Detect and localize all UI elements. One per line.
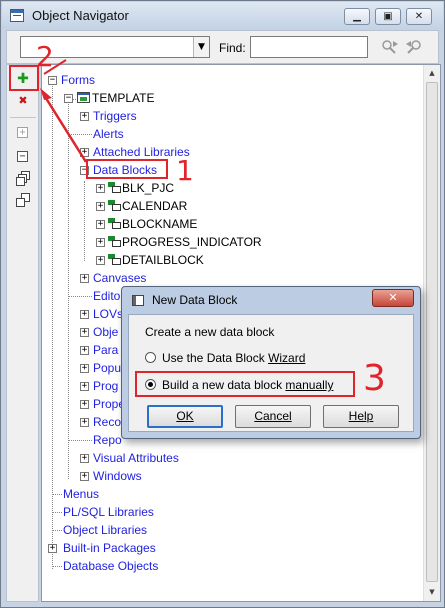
annotation-arrow (40, 59, 88, 163)
